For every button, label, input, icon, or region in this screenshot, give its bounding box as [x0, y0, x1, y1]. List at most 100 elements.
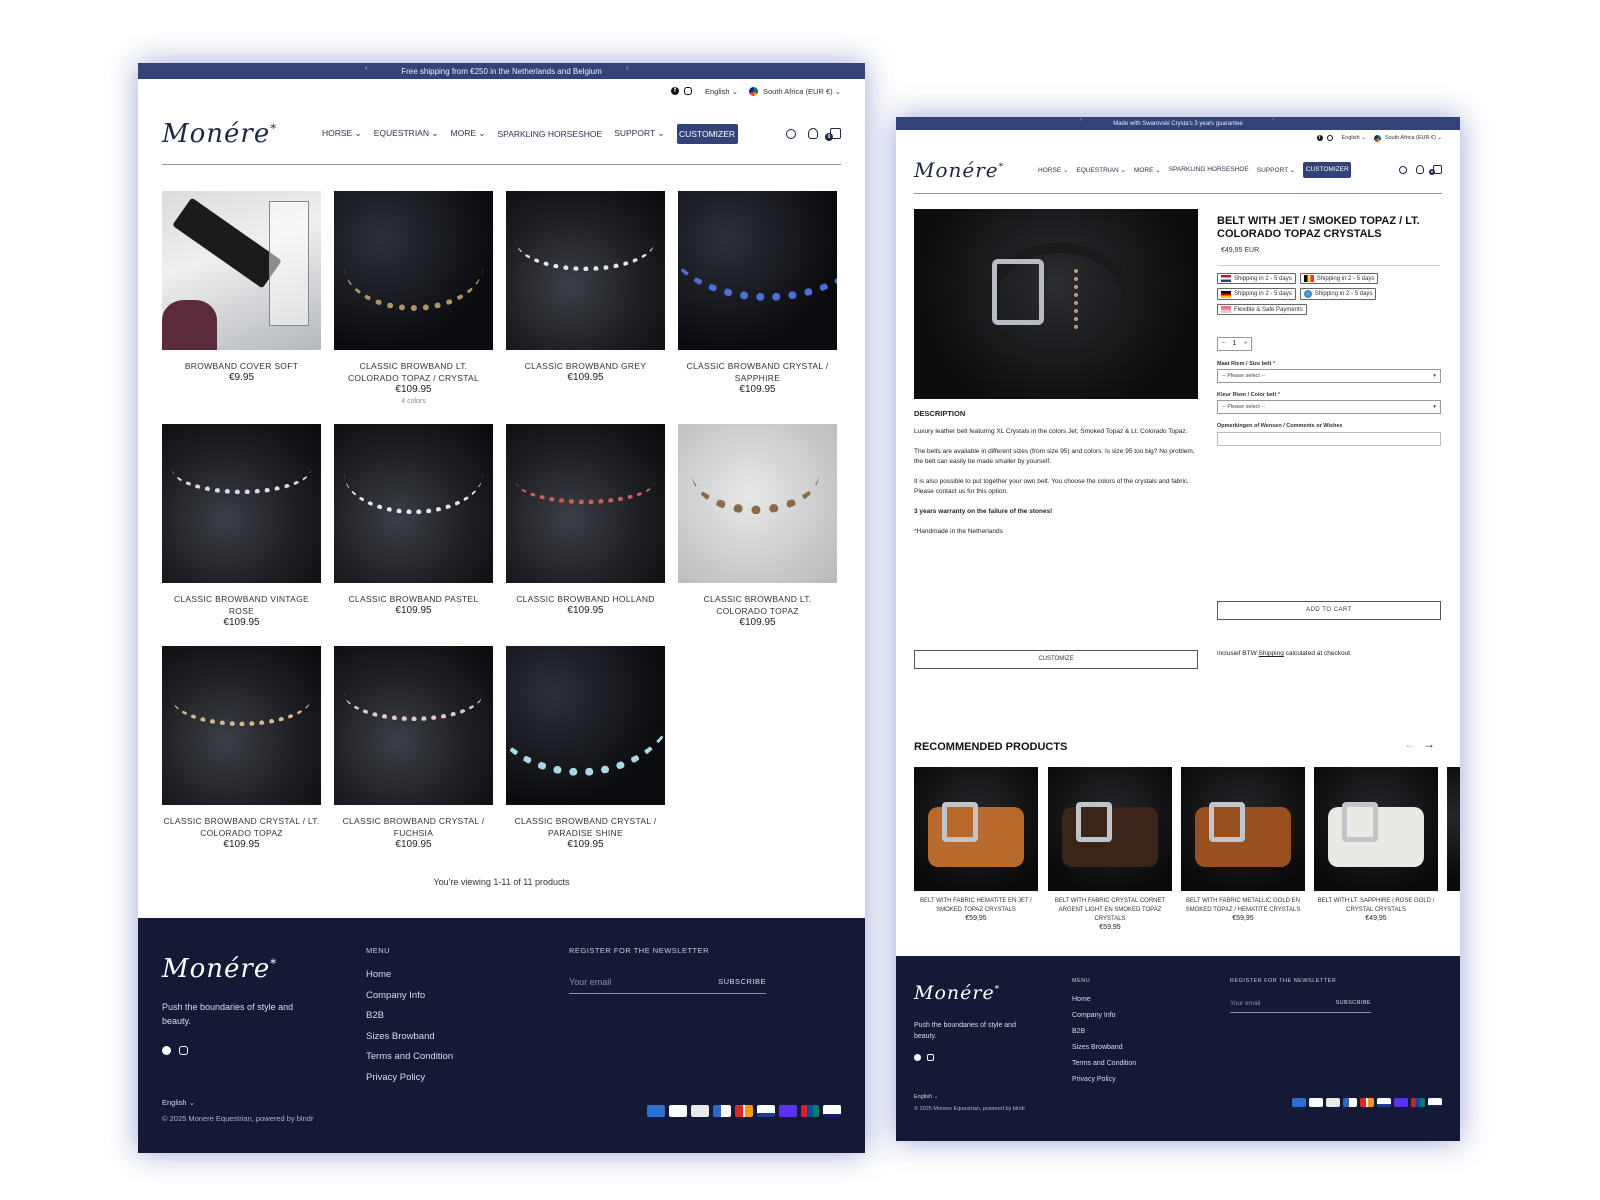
product-card[interactable]: CLASSIC BROWBAND HOLLAND €109.95	[506, 424, 665, 646]
account-icon[interactable]	[1416, 165, 1424, 174]
comments-input[interactable]	[1217, 432, 1441, 446]
announcement-next-arrow[interactable]: ›	[626, 63, 629, 72]
account-icon[interactable]	[808, 128, 818, 139]
recommended-product-card[interactable]: BELT WITH FABRIC CRYSTAL CORNET ARGENT L…	[1048, 767, 1172, 931]
footer-link-privacy[interactable]: Privacy Policy	[1072, 1072, 1136, 1088]
language-selector[interactable]: English ⌄	[705, 87, 738, 96]
footer-link-home[interactable]: Home	[366, 965, 453, 986]
instagram-icon[interactable]	[927, 1054, 934, 1061]
facebook-icon[interactable]	[162, 1046, 171, 1055]
subscribe-button[interactable]: SUBSCRIBE	[1336, 1000, 1371, 1007]
country-selector[interactable]: South Africa (EUR €) ⌄	[1385, 135, 1442, 141]
nav-horse[interactable]: HORSE ⌄	[1038, 166, 1068, 174]
product-card[interactable]: CLASSIC BROWBAND CRYSTAL / SAPPHIRE €109…	[678, 191, 837, 424]
recommended-prev-arrow[interactable]: ←	[1404, 737, 1416, 751]
product-image[interactable]	[678, 424, 837, 583]
customizer-button[interactable]: CUSTOMIZER	[676, 123, 738, 144]
nav-more[interactable]: MORE ⌄	[1134, 166, 1161, 174]
product-image[interactable]	[506, 191, 665, 350]
instagram-icon[interactable]	[179, 1046, 188, 1055]
product-name[interactable]: CLASSIC BROWBAND CRYSTAL / LT. COLORADO …	[162, 815, 321, 839]
search-icon[interactable]	[786, 128, 796, 139]
product-card[interactable]: CLASSIC BROWBAND LT. COLORADO TOPAZ €109…	[678, 424, 837, 646]
footer-link-sizes-browband[interactable]: Sizes Browband	[1072, 1040, 1136, 1056]
recommended-product-card[interactable]: BELT WITH FABRIC HEMATITE EN JET / SMOKE…	[914, 767, 1038, 922]
product-card[interactable]: CLASSIC BROWBAND CRYSTAL / FUCHSIA €109.…	[334, 646, 493, 851]
product-name[interactable]: CLASSIC BROWBAND CRYSTAL / PARADISE SHIN…	[506, 815, 665, 839]
footer-link-privacy[interactable]: Privacy Policy	[366, 1068, 453, 1089]
instagram-icon[interactable]	[684, 87, 692, 95]
product-name[interactable]: CLASSIC BROWBAND GREY	[506, 360, 665, 372]
product-image[interactable]	[334, 646, 493, 805]
product-name[interactable]: CLASSIC BROWBAND LT. COLORADO TOPAZ	[678, 593, 837, 617]
country-selector[interactable]: South Africa (EUR €) ⌄	[763, 87, 841, 96]
cart-icon[interactable]: 0	[825, 128, 841, 141]
product-image[interactable]	[334, 191, 493, 350]
customizer-button[interactable]: CUSTOMIZER	[1303, 161, 1352, 178]
recommended-product-partial[interactable]	[1447, 767, 1460, 891]
add-to-cart-button[interactable]: ADD TO CART	[1217, 601, 1441, 620]
announcement-next-arrow[interactable]: ›	[1272, 117, 1274, 123]
announcement-prev-arrow[interactable]: ‹	[1080, 117, 1082, 123]
language-selector[interactable]: English ⌄	[1342, 135, 1366, 141]
product-name[interactable]: CLASSIC BROWBAND CRYSTAL / SAPPHIRE	[678, 360, 837, 384]
recommended-product-image[interactable]	[1181, 767, 1305, 891]
product-card[interactable]: CLASSIC BROWBAND CRYSTAL / PARADISE SHIN…	[506, 646, 665, 851]
nav-more[interactable]: MORE ⌄	[451, 128, 486, 139]
footer-link-b2b[interactable]: B2B	[366, 1006, 453, 1027]
footer-link-sizes-browband[interactable]: Sizes Browband	[366, 1027, 453, 1048]
nav-sparkling-horseshoe[interactable]: SPARKLING HORSESHOE	[498, 129, 603, 139]
product-image[interactable]	[334, 424, 493, 583]
footer-language-selector[interactable]: English ⌄	[162, 1098, 195, 1107]
facebook-icon[interactable]: f	[671, 87, 679, 95]
newsletter-email-input[interactable]: Your email	[569, 977, 611, 987]
nav-support[interactable]: SUPPORT ⌄	[1257, 166, 1295, 174]
facebook-icon[interactable]: f	[1316, 135, 1323, 141]
footer-link-company-info[interactable]: Company Info	[1072, 1008, 1136, 1024]
product-card[interactable]: CLASSIC BROWBAND VINTAGE ROSE €109.95	[162, 424, 321, 646]
nav-support[interactable]: SUPPORT ⌄	[614, 128, 664, 139]
footer-link-home[interactable]: Home	[1072, 992, 1136, 1008]
quantity-increase-button[interactable]: +	[1240, 338, 1251, 350]
product-image[interactable]	[162, 424, 321, 583]
footer-logo[interactable]: Monére*	[914, 982, 1000, 1004]
facebook-icon[interactable]	[914, 1054, 921, 1061]
recommended-product-name[interactable]: BELT WITH FABRIC HEMATITE EN JET / SMOKE…	[914, 897, 1038, 915]
footer-link-b2b[interactable]: B2B	[1072, 1024, 1136, 1040]
nav-horse[interactable]: HORSE ⌄	[322, 128, 362, 139]
recommended-next-arrow[interactable]: →	[1423, 737, 1435, 751]
size-select[interactable]: -- Please select -- ▾	[1217, 369, 1441, 383]
cart-icon[interactable]: 0	[1429, 165, 1442, 175]
product-name[interactable]: CLASSIC BROWBAND CRYSTAL / FUCHSIA	[334, 815, 493, 839]
product-card[interactable]: CLASSIC BROWBAND GREY €109.95	[506, 191, 665, 424]
recommended-product-card[interactable]: BELT WITH FABRIC METALLIC GOLD EN SMOKED…	[1181, 767, 1305, 922]
subscribe-button[interactable]: SUBSCRIBE	[718, 977, 766, 987]
product-image[interactable]	[506, 424, 665, 583]
product-image[interactable]	[162, 646, 321, 805]
nav-sparkling-horseshoe[interactable]: SPARKLING HORSESHOE	[1169, 166, 1249, 173]
footer-link-company-info[interactable]: Company Info	[366, 986, 453, 1007]
recommended-product-name[interactable]: BELT WITH FABRIC CRYSTAL CORNET ARGENT L…	[1048, 897, 1172, 924]
product-card[interactable]: CLASSIC BROWBAND LT. COLORADO TOPAZ / CR…	[334, 191, 493, 424]
product-name[interactable]: CLASSIC BROWBAND HOLLAND	[506, 593, 665, 605]
product-card[interactable]: BROWBAND COVER SOFT €9.95	[162, 191, 321, 424]
product-main-image[interactable]	[914, 209, 1198, 399]
product-name[interactable]: CLASSIC BROWBAND PASTEL	[334, 593, 493, 605]
recommended-product-name[interactable]: BELT WITH LT. SAPPHIRE / ROSE GOLD / CRY…	[1314, 897, 1438, 915]
nav-equestrian[interactable]: EQUESTRIAN ⌄	[1076, 166, 1126, 174]
instagram-icon[interactable]	[1326, 135, 1333, 141]
product-image[interactable]	[162, 191, 321, 350]
quantity-input[interactable]: 1	[1229, 338, 1240, 350]
recommended-product-name[interactable]: BELT WITH FABRIC METALLIC GOLD EN SMOKED…	[1181, 897, 1305, 915]
store-logo[interactable]: Monére*	[162, 119, 322, 149]
color-select[interactable]: -- Please select -- ▾	[1217, 400, 1441, 414]
search-icon[interactable]	[1399, 165, 1407, 174]
store-logo[interactable]: Monére*	[914, 158, 1038, 182]
recommended-product-image[interactable]	[1314, 767, 1438, 891]
announcement-prev-arrow[interactable]: ‹	[365, 63, 368, 72]
recommended-product-image[interactable]	[1048, 767, 1172, 891]
product-name[interactable]: CLASSIC BROWBAND LT. COLORADO TOPAZ / CR…	[334, 360, 493, 384]
shipping-link[interactable]: Shipping	[1259, 650, 1284, 657]
product-card[interactable]: CLASSIC BROWBAND CRYSTAL / LT. COLORADO …	[162, 646, 321, 851]
product-image[interactable]	[678, 191, 837, 350]
